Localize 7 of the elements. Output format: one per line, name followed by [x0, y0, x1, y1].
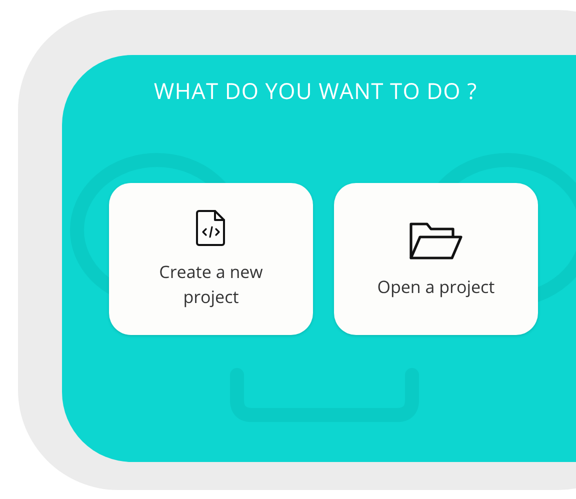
open-folder-icon: [409, 220, 463, 262]
create-project-card[interactable]: Create a new project: [109, 183, 313, 335]
card-label: Open a project: [377, 274, 495, 298]
code-file-icon: [195, 209, 227, 247]
page-title: WHAT DO YOU WANT TO DO ?: [152, 77, 478, 105]
open-project-card[interactable]: Open a project: [334, 183, 538, 335]
card-label: Create a new project: [158, 259, 264, 309]
